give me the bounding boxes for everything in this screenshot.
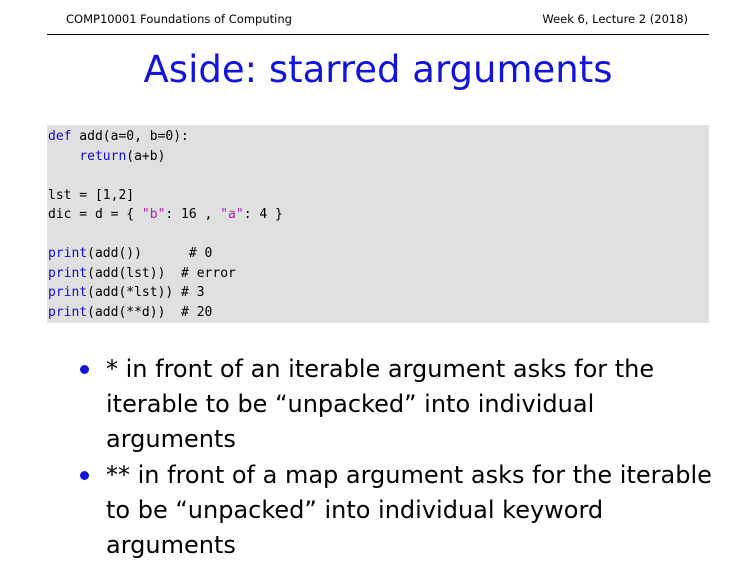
code-text: (add(*lst)) # 3: [87, 285, 205, 300]
header-divider: [47, 34, 709, 35]
code-keyword: def: [48, 129, 72, 144]
code-string: "b": [141, 207, 166, 222]
code-line-4: lst = [1,2]: [48, 187, 135, 203]
bullet-text: * in front of an iterable argument asks …: [106, 355, 655, 453]
code-string: "a": [220, 207, 244, 222]
code-line-10: print(add(**d)) # 20: [48, 303, 709, 323]
slide-title: Aside: starred arguments: [143, 48, 613, 91]
code-line-8: print(add(lst)) # error: [48, 264, 709, 284]
code-text: dic = d = {: [48, 207, 142, 222]
code-block: def add(a=0, b=0): return(a+b) lst = [1,2…: [47, 125, 709, 323]
code-text: (add(**d)) # 20: [87, 304, 213, 320]
code-text: (add(lst)) # error: [87, 265, 236, 281]
lecture-info: Week 6, Lecture 2 (2018): [542, 12, 688, 26]
code-line-1: def add(a=0, b=0):: [48, 127, 709, 147]
code-line-9: print(add(*lst)) # 3: [48, 283, 709, 303]
bullet-item: ** in front of a map argument asks for t…: [76, 458, 722, 563]
code-text: add(a=0, b=0):: [71, 129, 189, 144]
bullet-dot-icon: [80, 471, 89, 480]
code-line-2: return(a+b): [48, 147, 709, 167]
code-keyword: print: [48, 265, 88, 281]
bullet-list: * in front of an iterable argument asks …: [76, 352, 722, 564]
code-keyword: return: [79, 148, 127, 164]
code-keyword: print: [48, 304, 88, 320]
code-text: : 4 }: [243, 207, 283, 222]
code-text: (a+b): [126, 148, 166, 164]
course-name: COMP10001 Foundations of Computing: [66, 12, 292, 26]
bullet-text: ** in front of a map argument asks for t…: [106, 461, 712, 559]
code-text: (add()) # 0: [87, 246, 213, 261]
code-line-5: dic = d = { "b": 16 , "a": 4 }: [48, 205, 709, 225]
code-text: : 16 ,: [165, 207, 221, 222]
code-keyword: print: [48, 246, 88, 261]
slide-header: COMP10001 Foundations of Computing Week …: [0, 0, 756, 36]
code-keyword: print: [48, 285, 88, 300]
bullet-dot-icon: [80, 365, 89, 374]
code-line-7: print(add()) # 0: [48, 244, 709, 264]
bullet-item: * in front of an iterable argument asks …: [76, 352, 722, 457]
